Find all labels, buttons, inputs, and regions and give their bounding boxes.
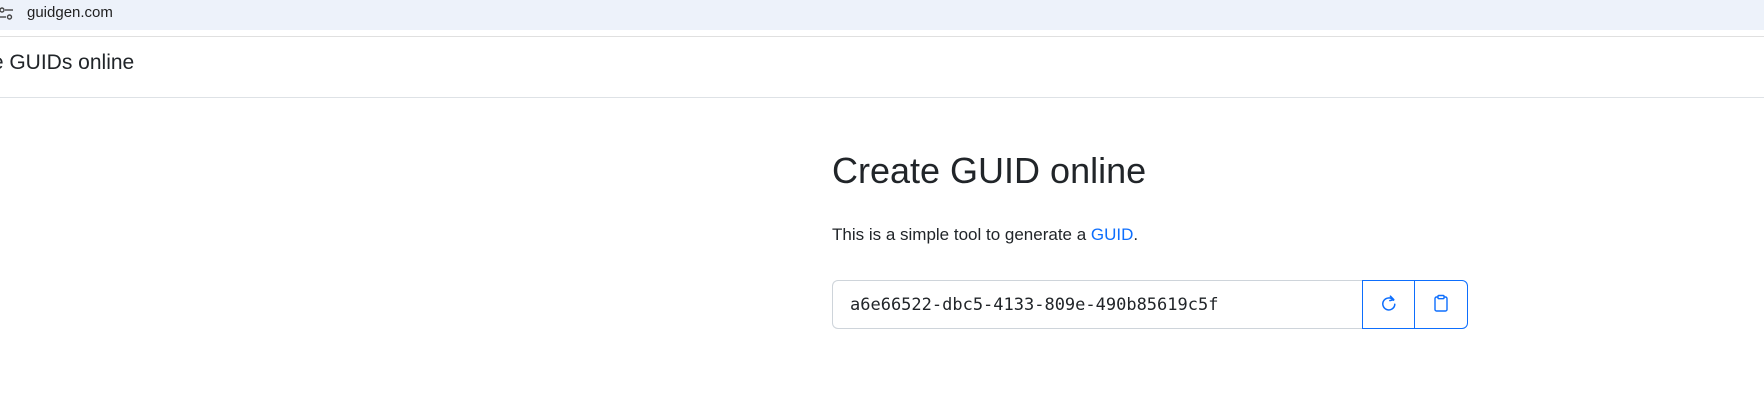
lead-text-prefix: This is a simple tool to generate a bbox=[832, 225, 1091, 244]
browser-address-bar[interactable]: guidgen.com bbox=[0, 0, 1764, 30]
clipboard-icon bbox=[1432, 294, 1450, 315]
browser-divider bbox=[0, 36, 1764, 37]
guid-link[interactable]: GUID bbox=[1091, 225, 1134, 244]
guid-input-group bbox=[832, 280, 1468, 329]
guid-output-field[interactable] bbox=[832, 280, 1362, 329]
site-info-icon[interactable] bbox=[0, 6, 14, 22]
copy-button[interactable] bbox=[1415, 280, 1468, 329]
navbar-brand[interactable]: te GUIDs online bbox=[0, 51, 134, 75]
lead-text: This is a simple tool to generate a GUID… bbox=[832, 225, 1138, 245]
url-text[interactable]: guidgen.com bbox=[27, 4, 113, 21]
regenerate-button[interactable] bbox=[1362, 280, 1415, 329]
page-title: Create GUID online bbox=[832, 150, 1147, 191]
lead-text-suffix: . bbox=[1133, 225, 1139, 244]
refresh-icon bbox=[1380, 294, 1398, 315]
navbar-divider bbox=[0, 97, 1764, 98]
